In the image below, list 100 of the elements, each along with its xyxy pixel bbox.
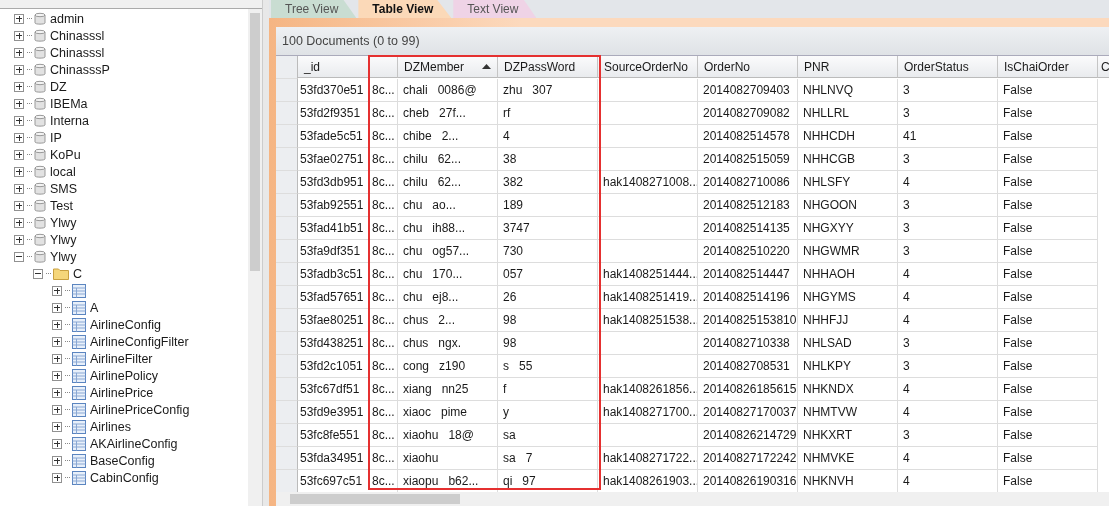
tree-item[interactable]: AKAirlineConfig	[90, 436, 178, 451]
table-cell: 2014082514135	[698, 217, 798, 240]
expand-toggle[interactable]	[14, 132, 24, 143]
tree-item[interactable]: Ylwy	[50, 215, 77, 230]
expand-toggle[interactable]	[52, 472, 62, 483]
tree-item[interactable]: ChinasssP	[50, 62, 110, 77]
tree-item[interactable]: Chinasssl	[50, 45, 105, 60]
expand-toggle[interactable]	[14, 200, 24, 211]
expand-toggle[interactable]	[14, 115, 24, 126]
table-cell: 62...	[437, 175, 462, 189]
expand-toggle[interactable]	[14, 47, 24, 58]
table-cell: 2014082710338	[698, 332, 798, 355]
tree-item[interactable]: DZ	[50, 79, 67, 94]
tree-item[interactable]: KoPu	[50, 147, 81, 162]
expand-toggle[interactable]	[52, 421, 62, 432]
table-cell: 2014082709082	[698, 102, 798, 125]
table-cell: 53fd3db951 8c...	[298, 171, 398, 194]
tree-item[interactable]: Ylwy	[50, 232, 77, 247]
table-cell: 53fd370e51 8c...	[298, 79, 398, 102]
expand-toggle[interactable]	[14, 13, 24, 24]
expand-toggle[interactable]	[14, 166, 24, 177]
expand-toggle[interactable]	[14, 149, 24, 160]
document-count: 100 Documents (0 to 99)	[276, 27, 1109, 56]
expand-toggle[interactable]	[52, 285, 62, 296]
column-header[interactable]: OrderStatus	[898, 56, 998, 78]
tree-item[interactable]: A	[90, 300, 99, 315]
expand-toggle[interactable]	[14, 98, 24, 109]
tree-item[interactable]: Chinasssl	[50, 28, 105, 43]
expand-toggle[interactable]	[52, 438, 62, 449]
expand-toggle[interactable]	[52, 370, 62, 381]
column-header[interactable]: DZPassWord	[498, 56, 598, 78]
expand-toggle[interactable]	[52, 302, 62, 313]
table-icon	[72, 402, 86, 417]
collapse-toggle[interactable]	[14, 251, 24, 262]
expand-toggle[interactable]	[14, 183, 24, 194]
view-tab[interactable]: Text View	[453, 0, 537, 18]
column-header[interactable]: OrderNo	[698, 56, 798, 78]
scrollbar[interactable]	[276, 492, 1109, 506]
tree-item[interactable]: IBEMa	[50, 96, 88, 111]
expand-toggle[interactable]	[52, 455, 62, 466]
table-cell: 38	[503, 152, 517, 166]
table-cell: NHLLRL	[798, 102, 898, 125]
column-header[interactable]: IsChaiOrder	[998, 56, 1098, 78]
tree-item[interactable]: admin	[50, 11, 85, 26]
expand-toggle[interactable]	[14, 217, 24, 228]
column-header[interactable]: DZMember	[398, 56, 498, 78]
expand-toggle[interactable]	[14, 81, 24, 92]
expand-toggle[interactable]	[52, 353, 62, 364]
expand-toggle[interactable]	[14, 234, 24, 245]
tree-item[interactable]: C	[73, 266, 83, 281]
scrollbar[interactable]	[248, 9, 262, 506]
table-cell: 2014082514447	[698, 263, 798, 286]
tree-item[interactable]: local	[50, 164, 76, 179]
tree-item[interactable]: Test	[50, 198, 73, 213]
tree-item[interactable]: Airlines	[90, 419, 131, 434]
table-cell: chibe	[403, 129, 432, 143]
table-cell: rf	[503, 106, 511, 120]
expand-toggle[interactable]	[52, 336, 62, 347]
table-cell: 20140826214729	[698, 424, 798, 447]
tree-item[interactable]: SMS	[50, 181, 78, 196]
tree-item[interactable]: CabinConfig	[90, 470, 159, 485]
table-cell: 20140825153810	[698, 309, 798, 332]
table-cell: 53fa9df351 8c...	[298, 240, 398, 263]
view-tab[interactable]: Tree View	[271, 0, 357, 18]
tree-item[interactable]: AirlineFilter	[90, 351, 153, 366]
tree-item[interactable]: AirlinePriceConfig	[90, 402, 190, 417]
tree-item[interactable]: Interna	[50, 113, 89, 128]
expand-toggle[interactable]	[14, 64, 24, 75]
tree-item[interactable]: IP	[50, 130, 62, 145]
expand-toggle[interactable]	[52, 404, 62, 415]
tree-item[interactable]: AirlinePolicy	[90, 368, 159, 383]
database-icon	[34, 28, 46, 43]
tree-item[interactable]: AirlineConfigFilter	[90, 334, 189, 349]
tree-item[interactable]: AirlineConfig	[90, 317, 161, 332]
table-cell: chu	[403, 267, 423, 281]
table-cell: NHKNDX	[798, 378, 898, 401]
table-cell: False	[998, 79, 1098, 102]
tree-item[interactable]: AirlinePrice	[90, 385, 154, 400]
tree-item[interactable]: Ylwy	[50, 249, 77, 264]
table-cell: 53fae02751 8c...	[298, 148, 398, 171]
table-icon	[72, 300, 86, 315]
table-cell: NHLSAD	[798, 332, 898, 355]
expand-toggle[interactable]	[14, 30, 24, 41]
table-cell: False	[998, 263, 1098, 286]
table-cell: NHLKPY	[798, 355, 898, 378]
expand-toggle[interactable]	[52, 319, 62, 330]
expand-toggle[interactable]	[52, 387, 62, 398]
view-tab[interactable]: Table View	[358, 0, 452, 18]
table-cell: 189	[503, 198, 524, 212]
folder-icon	[53, 267, 69, 280]
tree-item[interactable]: BaseConfig	[90, 453, 155, 468]
column-header[interactable]: SourceOrderNo	[598, 56, 698, 78]
table-cell: 98	[503, 313, 517, 327]
collapse-toggle[interactable]	[33, 268, 43, 279]
column-header[interactable]: C	[1098, 56, 1109, 78]
column-header[interactable]: PNR	[798, 56, 898, 78]
table-cell: chali	[403, 83, 428, 97]
table-cell: f	[503, 382, 507, 396]
column-header[interactable]: _id	[298, 56, 398, 78]
table-cell: 3	[898, 102, 998, 125]
